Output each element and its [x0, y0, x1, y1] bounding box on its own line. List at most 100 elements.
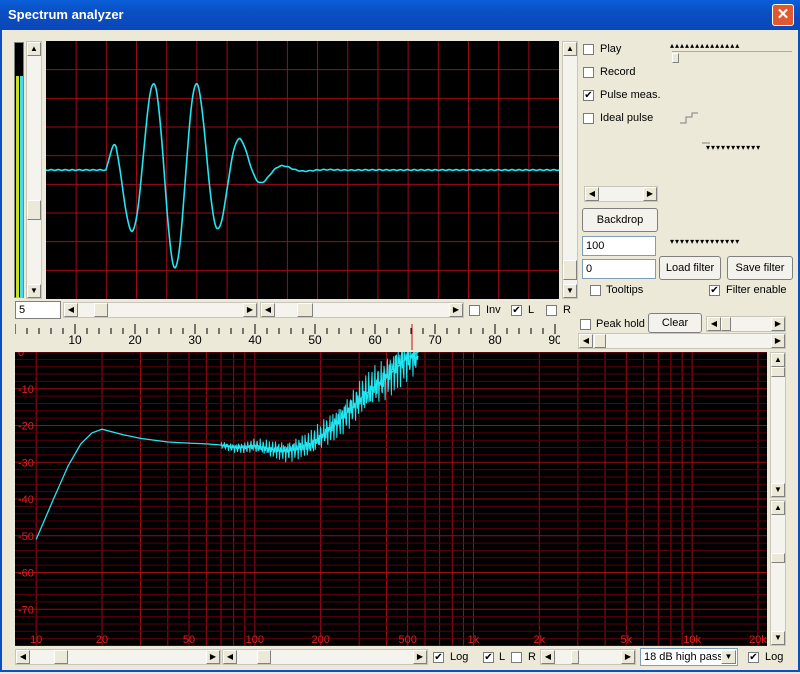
- filter-enable-label: Filter enable: [726, 284, 787, 296]
- scroll-thumb[interactable]: [771, 367, 785, 377]
- spectrum-grid: [15, 352, 767, 646]
- zoom-input[interactable]: 5: [15, 301, 61, 319]
- save-filter-button[interactable]: Save filter: [727, 256, 793, 280]
- scroll-down-button[interactable]: ▼: [771, 631, 785, 645]
- spectrum-offset-scrollbar[interactable]: ▲ ▼: [770, 500, 786, 646]
- scroll-right-button[interactable]: ▶: [621, 650, 635, 664]
- scroll-left-button[interactable]: ◀: [707, 317, 721, 331]
- spectrum-r-checkbox[interactable]: [511, 652, 522, 663]
- waveform-plot: [46, 41, 559, 299]
- pulse-meas-checkbox[interactable]: ✔: [583, 90, 594, 101]
- spectrum-x-tick-label: 500: [398, 634, 416, 646]
- pulse-meas-label: Pulse meas.: [600, 89, 661, 101]
- scroll-right-button[interactable]: ▶: [449, 303, 463, 317]
- scroll-down-button[interactable]: ▼: [27, 284, 41, 298]
- spectrum-l-checkbox[interactable]: ✔: [483, 652, 494, 663]
- window-title: Spectrum analyzer: [8, 7, 124, 22]
- scroll-left-button[interactable]: ◀: [585, 187, 599, 201]
- filter-tick-row-mid: ▾▾▾▾▾▾▾▾▾▾▾: [706, 143, 762, 152]
- ideal-pulse-checkbox[interactable]: [583, 113, 594, 124]
- time-r-checkbox[interactable]: [546, 305, 557, 316]
- scroll-left-button[interactable]: ◀: [223, 650, 237, 664]
- scroll-thumb[interactable]: [27, 200, 41, 220]
- scroll-right-button[interactable]: ▶: [771, 317, 785, 331]
- value-0-input[interactable]: 0: [582, 259, 656, 279]
- chevron-down-icon[interactable]: ▼: [721, 650, 736, 664]
- pulse-scrollbar[interactable]: ◀ ▶: [584, 186, 658, 202]
- load-filter-button[interactable]: Load filter: [659, 256, 721, 280]
- filter-enable-checkbox[interactable]: ✔: [709, 285, 720, 296]
- scroll-thumb[interactable]: [297, 303, 313, 317]
- ruler-tick-label: 70: [428, 333, 442, 347]
- scroll-down-button[interactable]: ▼: [771, 483, 785, 497]
- scroll-right-button[interactable]: ▶: [643, 187, 657, 201]
- scroll-right-button[interactable]: ▶: [206, 650, 220, 664]
- peak-hold-scrollbar[interactable]: ◀ ▶: [706, 316, 786, 332]
- time-position-scrollbar[interactable]: ◀ ▶: [260, 302, 464, 318]
- spectrum-y-tick-label: 0: [18, 352, 24, 359]
- spectrum-gain-scrollbar[interactable]: ▲ ▼: [770, 352, 786, 498]
- time-zoom-scrollbar[interactable]: ◀ ▶: [63, 302, 258, 318]
- scroll-down-button[interactable]: ▼: [563, 284, 577, 298]
- scroll-left-button[interactable]: ◀: [261, 303, 275, 317]
- scroll-up-button[interactable]: ▲: [771, 501, 785, 515]
- spectrum-y-tick-label: -70: [18, 604, 34, 616]
- scroll-left-button[interactable]: ◀: [541, 650, 555, 664]
- clear-button[interactable]: Clear: [648, 313, 702, 333]
- scroll-thumb[interactable]: [771, 553, 785, 563]
- level-meter-bar-left: [16, 76, 19, 298]
- scroll-up-button[interactable]: ▲: [771, 353, 785, 367]
- tooltips-label: Tooltips: [606, 284, 644, 296]
- spectrum-x-tick-label: 20: [96, 634, 108, 646]
- frequency-range-scrollbar[interactable]: ◀ ▶: [578, 333, 786, 349]
- time-ruler-background: [15, 322, 560, 350]
- spectrum-zoom-scrollbar[interactable]: ◀ ▶: [15, 649, 221, 665]
- freq-log-checkbox[interactable]: ✔: [433, 652, 444, 663]
- peak-hold-checkbox[interactable]: [580, 319, 591, 330]
- filter-tick-row-bottom: ▾▾▾▾▾▾▾▾▾▾▾▾▾▾: [670, 237, 741, 246]
- scroll-thumb[interactable]: [594, 334, 606, 348]
- filter-designer[interactable]: ▴▴▴▴▴▴▴▴▴▴▴▴▴▴ ▾▾▾▾▾▾▾▾▾▾▾ ▾▾▾▾▾▾▾▾▾▾▾▾▾…: [670, 41, 796, 253]
- peak-hold-label: Peak hold: [596, 318, 645, 330]
- waveform-offset-scrollbar[interactable]: ▲ ▼: [562, 41, 578, 299]
- level-meter-bar-right: [20, 76, 23, 298]
- close-button[interactable]: ✕: [772, 4, 794, 26]
- scroll-thumb[interactable]: [603, 187, 639, 201]
- scroll-thumb[interactable]: [563, 260, 577, 280]
- value-100-input[interactable]: 100: [582, 236, 656, 256]
- scroll-right-button[interactable]: ▶: [243, 303, 257, 317]
- waveform-gain-scrollbar[interactable]: ▲ ▼: [26, 41, 42, 299]
- scroll-thumb[interactable]: [257, 650, 271, 664]
- scroll-up-button[interactable]: ▲: [27, 42, 41, 56]
- scroll-thumb[interactable]: [721, 317, 731, 331]
- ruler-tick-label: 40: [248, 333, 262, 347]
- spectrum-x-tick-label: 10: [30, 634, 42, 646]
- filter-slider-thumb[interactable]: [672, 53, 679, 63]
- amplitude-log-checkbox[interactable]: ✔: [748, 652, 759, 663]
- spectrum-y-tick-label: -10: [18, 384, 34, 396]
- scroll-left-button[interactable]: ◀: [16, 650, 30, 664]
- scroll-thumb[interactable]: [571, 650, 579, 664]
- scroll-left-button[interactable]: ◀: [64, 303, 78, 317]
- scroll-thumb[interactable]: [94, 303, 108, 317]
- tooltips-checkbox[interactable]: [590, 285, 601, 296]
- spectrum-x-tick-label: 200: [311, 634, 329, 646]
- scroll-up-button[interactable]: ▲: [563, 42, 577, 56]
- play-checkbox[interactable]: [583, 44, 594, 55]
- spectrum-y-tick-label: -50: [18, 531, 34, 543]
- level-meter: [14, 42, 24, 298]
- filter-type-select[interactable]: 18 dB high pass ▼: [640, 648, 738, 666]
- ruler-tick-label: 90: [548, 333, 560, 347]
- mode-checkboxes: Play Record ✔ Pulse meas. Ideal pulse: [583, 43, 673, 133]
- play-label: Play: [600, 43, 622, 55]
- scroll-left-button[interactable]: ◀: [579, 334, 593, 348]
- scroll-thumb[interactable]: [54, 650, 68, 664]
- inv-checkbox[interactable]: [469, 305, 480, 316]
- scroll-right-button[interactable]: ▶: [413, 650, 427, 664]
- scroll-right-button[interactable]: ▶: [771, 334, 785, 348]
- time-l-checkbox[interactable]: ✔: [511, 305, 522, 316]
- record-checkbox[interactable]: [583, 67, 594, 78]
- filter-slope-scrollbar[interactable]: ◀ ▶: [540, 649, 636, 665]
- backdrop-button[interactable]: Backdrop: [582, 208, 658, 232]
- spectrum-position-scrollbar[interactable]: ◀ ▶: [222, 649, 428, 665]
